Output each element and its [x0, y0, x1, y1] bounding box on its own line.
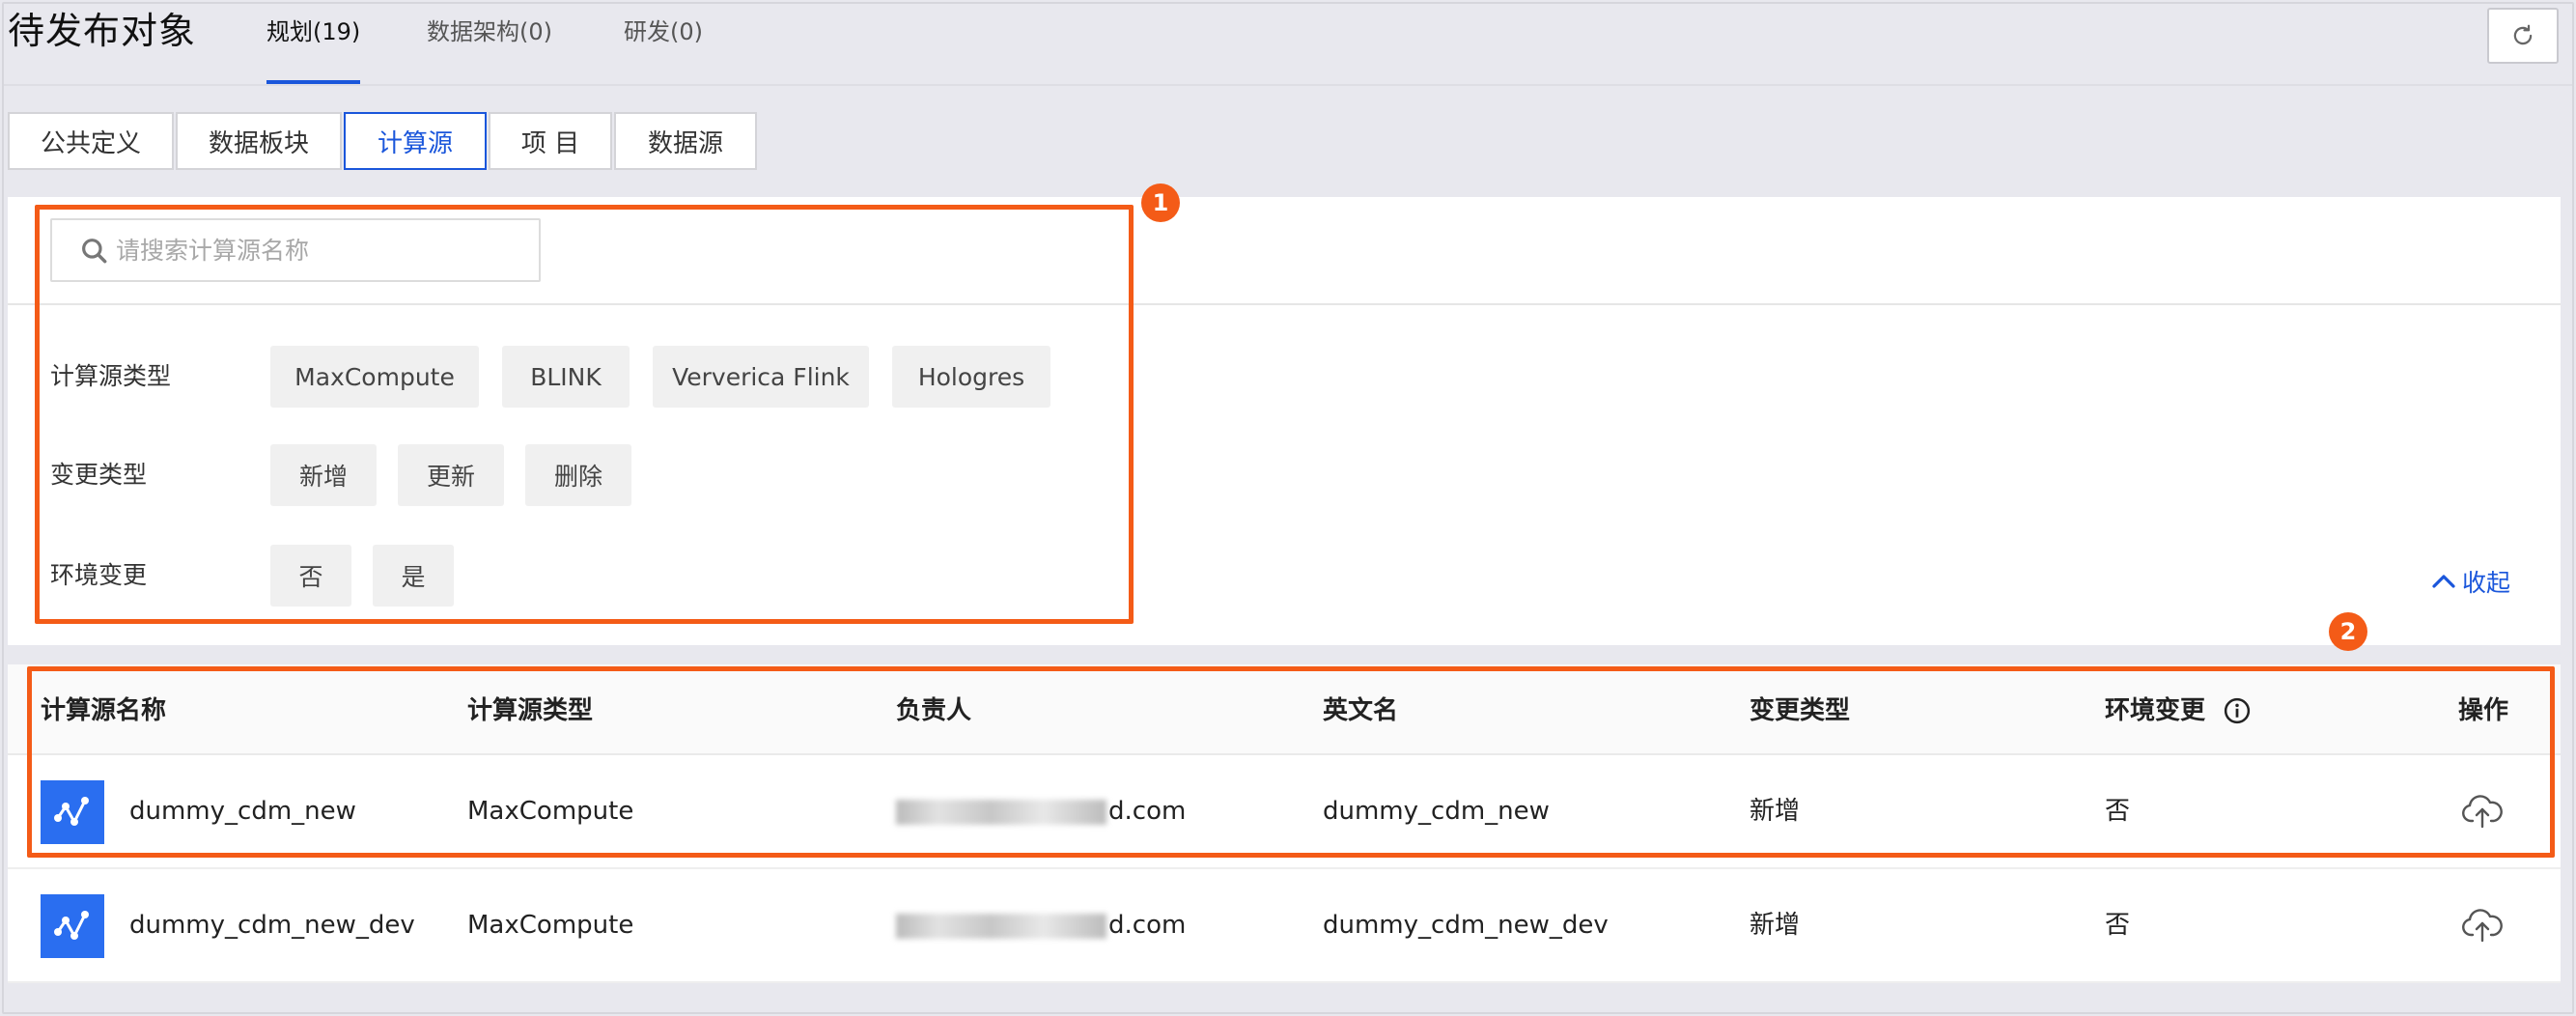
tab-development[interactable]: 研发(0) — [624, 15, 703, 48]
chevron-up-icon — [2432, 575, 2455, 588]
cloud-upload-icon[interactable] — [2460, 906, 2505, 945]
subtab-data-source[interactable]: 数据源 — [614, 112, 757, 170]
owner-email-suffix: d.com — [1108, 911, 1187, 940]
table-row: dummy_cdm_new_dev MaxCompute d.com dummy… — [8, 869, 2561, 983]
cell-change-type: 新增 — [1750, 911, 1801, 940]
redacted-email — [896, 913, 1106, 939]
collapse-label: 收起 — [2462, 569, 2511, 597]
annotation-box-filters — [35, 205, 1134, 624]
annotation-badge-1: 1 — [1141, 183, 1180, 222]
subtab-data-segment[interactable]: 数据板块 — [176, 112, 342, 170]
tab-planning[interactable]: 规划(19) — [266, 15, 360, 48]
cell-english-name: dummy_cdm_new_dev — [1323, 911, 1609, 940]
collapse-toggle[interactable]: 收起 — [2431, 564, 2510, 599]
annotation-box-first-row — [27, 666, 2555, 858]
page-title: 待发布对象 — [8, 10, 197, 52]
cell-name: dummy_cdm_new_dev — [129, 911, 415, 940]
cell-type: MaxCompute — [467, 911, 634, 940]
subtab-compute-source[interactable]: 计算源 — [344, 112, 487, 170]
refresh-button[interactable] — [2487, 8, 2559, 64]
subtab-public-definition[interactable]: 公共定义 — [8, 112, 174, 170]
header-divider — [4, 84, 2572, 86]
refresh-icon — [2513, 24, 2533, 45]
subtab-project[interactable]: 项 目 — [489, 112, 612, 170]
tab-data-architecture[interactable]: 数据架构(0) — [427, 15, 552, 48]
cell-env-change: 否 — [2105, 911, 2131, 940]
compute-source-icon — [41, 894, 104, 958]
cell-owner: d.com — [896, 908, 1186, 943]
annotation-badge-2: 2 — [2329, 612, 2367, 651]
sub-tabs: 公共定义 数据板块 计算源 项 目 数据源 — [8, 112, 759, 170]
